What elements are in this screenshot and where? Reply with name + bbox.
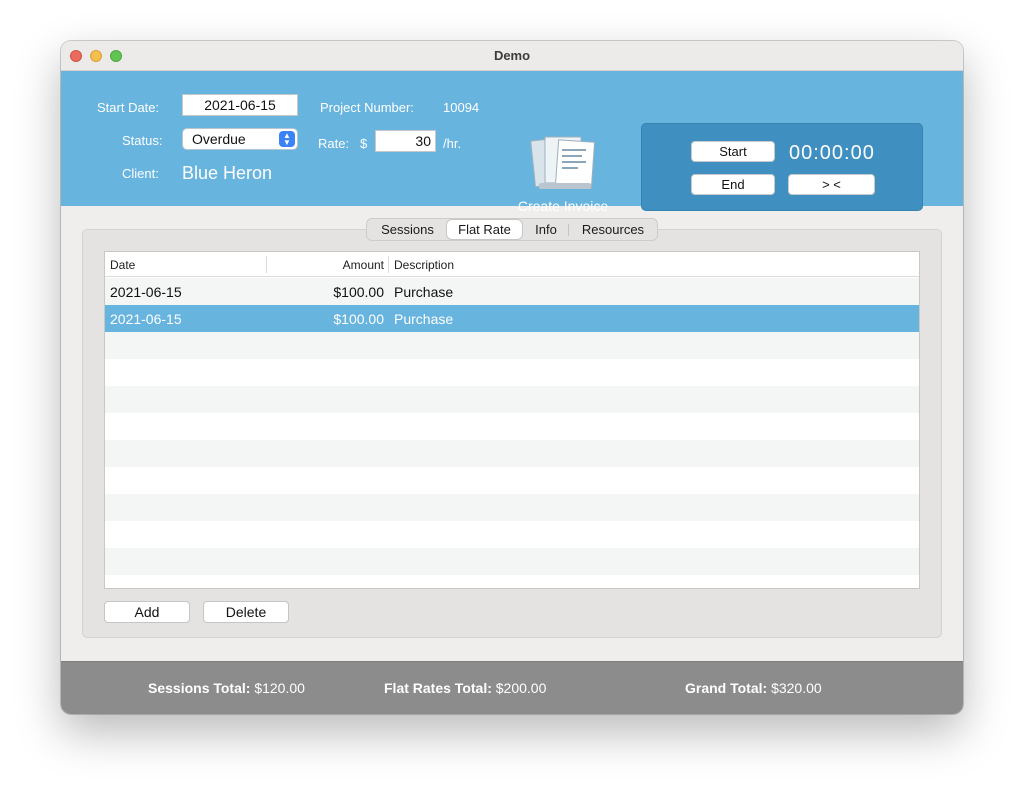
- client-name: Blue Heron: [182, 163, 273, 183]
- grand-total-label: Grand Total:: [685, 680, 768, 696]
- grand-total: Grand Total: $320.00: [685, 680, 822, 696]
- cell-description: Purchase: [394, 284, 454, 300]
- project-number-label: Project Number:: [320, 100, 414, 115]
- project-header: Start Date: 2021-06-15 Status: Overdue ▲…: [61, 71, 963, 214]
- empty-row: [105, 440, 919, 467]
- empty-row: [105, 548, 919, 575]
- create-invoice-label[interactable]: Create Invoice: [513, 198, 613, 214]
- add-button[interactable]: Add: [104, 601, 190, 623]
- select-arrows-icon: ▲ ▼: [279, 131, 295, 147]
- cell-amount: $100.00: [333, 284, 384, 300]
- window-title: Demo: [493, 48, 531, 63]
- tab-bar: Sessions Flat Rate Info Resources: [366, 218, 658, 241]
- sessions-total-label: Sessions Total:: [148, 680, 251, 696]
- status-label: Status:: [122, 133, 163, 148]
- flat-rate-table[interactable]: Date Amount Description 2021-06-15 $100.…: [104, 251, 920, 589]
- table-header: Date Amount Description: [105, 252, 919, 277]
- empty-row: [105, 386, 919, 413]
- cell-amount: $100.00: [333, 311, 384, 327]
- timer-display: 00:00:00: [789, 142, 875, 164]
- flat-rates-total-label: Flat Rates Total:: [384, 680, 492, 696]
- invoice-documents-icon[interactable]: [529, 133, 599, 193]
- rate-unit: /hr.: [443, 136, 462, 151]
- column-header-date[interactable]: Date: [110, 258, 135, 272]
- empty-row: [105, 467, 919, 494]
- timer-panel: Start End > < 00:00:00: [641, 123, 923, 211]
- empty-row: [105, 359, 919, 386]
- start-date-label: Start Date:: [97, 100, 160, 115]
- rate-label: Rate:: [318, 136, 350, 151]
- empty-row: [105, 575, 919, 588]
- column-separator: [388, 256, 389, 273]
- app-window: Demo Start Date: 2021-06-15 Status: Over…: [61, 41, 963, 714]
- column-header-amount[interactable]: Amount: [267, 258, 384, 272]
- timer-end-button[interactable]: End: [691, 174, 775, 195]
- cell-date: 2021-06-15: [110, 284, 182, 300]
- status-select[interactable]: Overdue ▲ ▼: [182, 128, 298, 150]
- tab-sessions[interactable]: Sessions: [371, 220, 444, 239]
- status-select-value: Overdue: [192, 131, 246, 147]
- table-row[interactable]: 2021-06-15 $100.00 Purchase: [105, 278, 919, 305]
- column-header-description[interactable]: Description: [394, 258, 454, 272]
- sessions-total-value: $120.00: [254, 680, 305, 696]
- delete-button[interactable]: Delete: [203, 601, 289, 623]
- tab-resources[interactable]: Resources: [571, 220, 655, 239]
- start-date-field[interactable]: 2021-06-15: [182, 94, 298, 116]
- grand-total-value: $320.00: [771, 680, 822, 696]
- project-number-value: 10094: [443, 100, 480, 115]
- totals-footer: Sessions Total: $120.00 Flat Rates Total…: [61, 661, 963, 714]
- empty-row: [105, 494, 919, 521]
- timer-reset-button[interactable]: > <: [788, 174, 875, 195]
- table-row-selected[interactable]: 2021-06-15 $100.00 Purchase: [105, 305, 919, 332]
- empty-row: [105, 413, 919, 440]
- empty-row: [105, 521, 919, 548]
- sessions-total: Sessions Total: $120.00: [148, 680, 305, 696]
- tab-separator: [568, 224, 569, 236]
- rate-currency: $: [360, 136, 368, 151]
- empty-row: [105, 332, 919, 359]
- timer-start-button[interactable]: Start: [691, 141, 775, 162]
- tab-flat-rate[interactable]: Flat Rate: [447, 220, 522, 239]
- flat-rates-total: Flat Rates Total: $200.00: [384, 680, 546, 696]
- cell-date: 2021-06-15: [110, 311, 182, 327]
- tab-info[interactable]: Info: [525, 220, 567, 239]
- cell-description: Purchase: [394, 311, 454, 327]
- rate-field[interactable]: 30: [375, 130, 436, 152]
- title-bar[interactable]: Demo: [61, 41, 963, 71]
- client-label: Client:: [122, 166, 159, 181]
- flat-rates-total-value: $200.00: [495, 680, 547, 696]
